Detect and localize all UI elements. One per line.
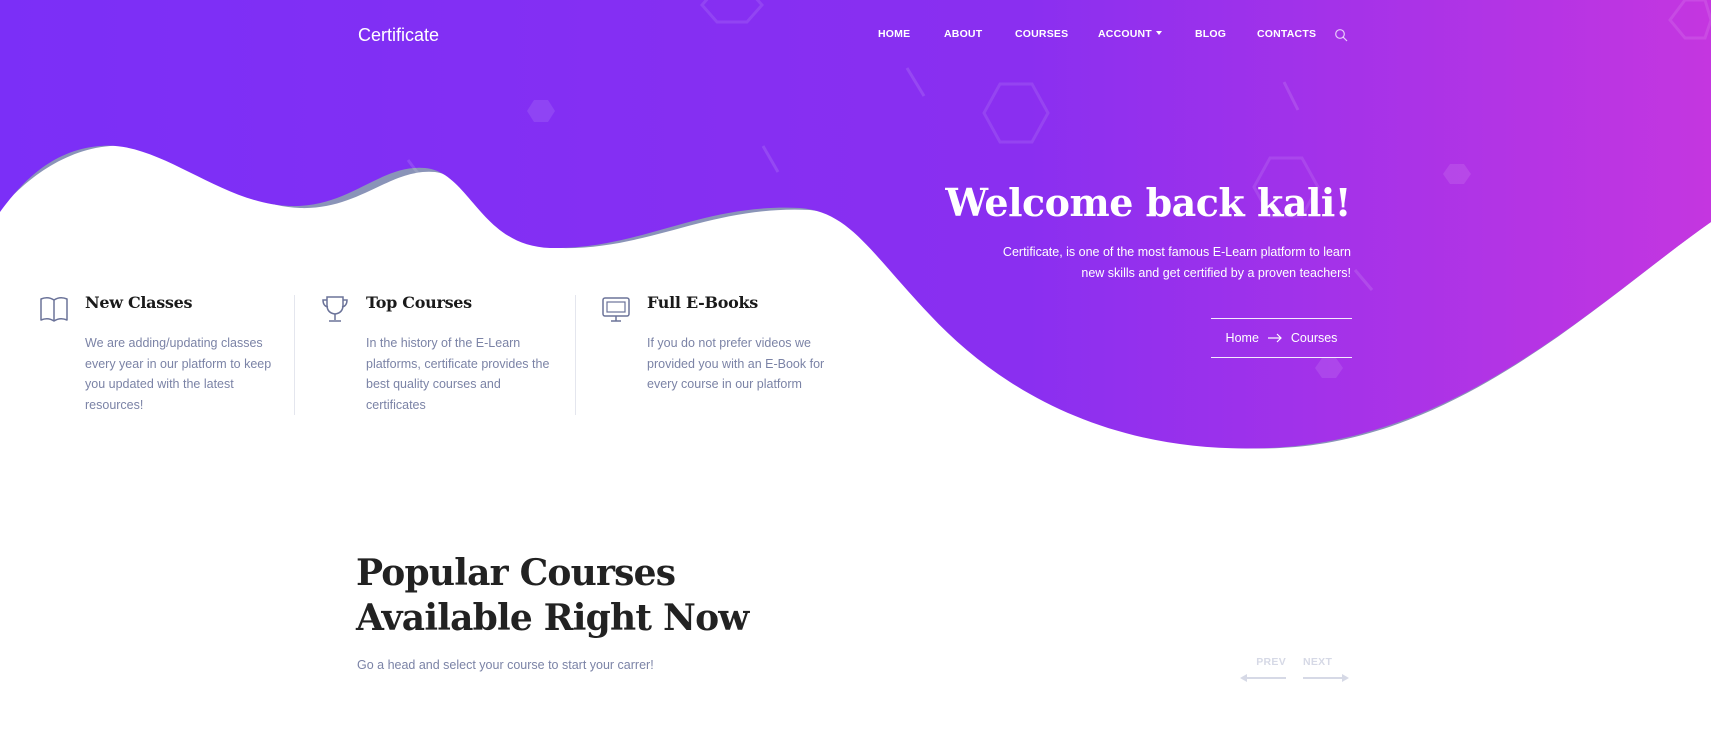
feature-title: Top Courses bbox=[366, 293, 472, 312]
main-nav: HOME ABOUT COURSES ACCOUNT BLOG CONTACTS bbox=[0, 28, 1711, 48]
feature-divider bbox=[294, 295, 295, 415]
hero-description: Certificate, is one of the most famous E… bbox=[1002, 245, 1351, 280]
trophy-icon bbox=[322, 296, 348, 322]
feature-divider bbox=[575, 295, 576, 415]
breadcrumb-home[interactable]: Home bbox=[1226, 331, 1259, 345]
caret-down-icon bbox=[1155, 31, 1162, 35]
arrow-right-icon bbox=[1267, 333, 1282, 343]
nav-home[interactable]: HOME bbox=[878, 28, 910, 40]
breadcrumb: Home Courses bbox=[1211, 318, 1352, 358]
prev-button[interactable]: PREV bbox=[1240, 656, 1286, 683]
prev-label: PREV bbox=[1256, 656, 1286, 668]
breadcrumb-current[interactable]: Courses bbox=[1291, 331, 1338, 345]
section-title-line2: Available Right Now bbox=[356, 597, 749, 639]
next-label: NEXT bbox=[1303, 656, 1333, 668]
feature-text: If you do not prefer videos we provided … bbox=[647, 336, 825, 391]
monitor-icon bbox=[602, 297, 630, 322]
hero-title: Welcome back kali! bbox=[945, 180, 1351, 225]
section-title: Popular Courses Available Right Now bbox=[356, 551, 749, 641]
section-subtitle: Go a head and select your course to star… bbox=[357, 658, 654, 672]
nav-contacts[interactable]: CONTACTS bbox=[1257, 28, 1316, 40]
next-button[interactable]: NEXT bbox=[1303, 656, 1349, 683]
feature-text: In the history of the E-Learn platforms,… bbox=[366, 336, 550, 412]
feature-title: New Classes bbox=[85, 293, 193, 312]
nav-about[interactable]: ABOUT bbox=[944, 28, 982, 40]
search-icon[interactable] bbox=[1334, 28, 1348, 42]
arrow-left-icon bbox=[1240, 674, 1286, 682]
feature-text: We are adding/updating classes every yea… bbox=[85, 336, 272, 412]
nav-courses[interactable]: COURSES bbox=[1015, 28, 1068, 40]
nav-account-label: ACCOUNT bbox=[1098, 28, 1152, 40]
arrow-right-icon bbox=[1303, 674, 1349, 682]
nav-account[interactable]: ACCOUNT bbox=[1098, 28, 1162, 40]
book-icon bbox=[40, 296, 68, 322]
nav-blog[interactable]: BLOG bbox=[1195, 28, 1226, 40]
section-title-line1: Popular Courses bbox=[356, 552, 676, 594]
feature-title: Full E-Books bbox=[647, 293, 758, 312]
